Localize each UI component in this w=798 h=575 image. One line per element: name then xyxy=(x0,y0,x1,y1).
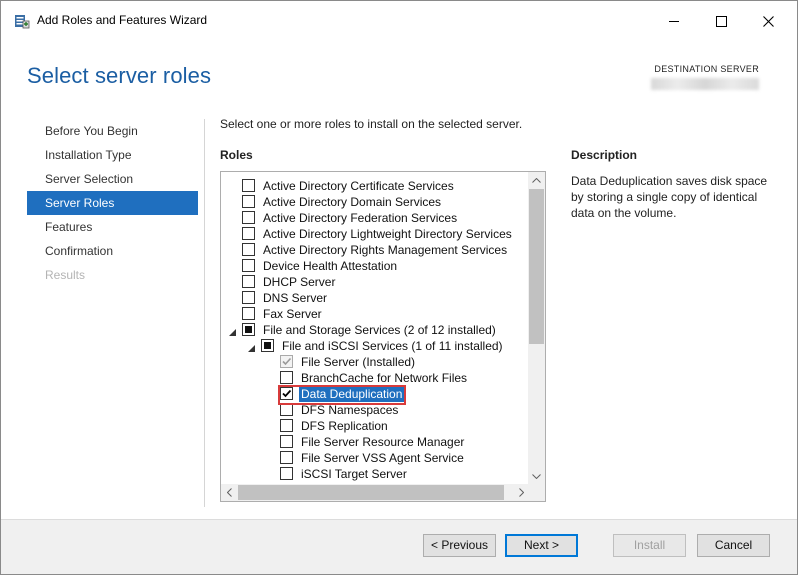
role-row[interactable]: Active Directory Domain Services xyxy=(221,194,545,210)
role-checkbox[interactable] xyxy=(280,371,293,384)
role-label: Device Health Attestation xyxy=(263,259,398,273)
role-checkbox[interactable] xyxy=(280,467,293,480)
scroll-down-icon[interactable] xyxy=(528,468,545,485)
expand-collapse-icon[interactable] xyxy=(247,341,256,352)
wizard-window: Add Roles and Features Wizard Select ser… xyxy=(0,0,798,575)
horizontal-scroll-thumb[interactable] xyxy=(238,485,504,500)
role-label: File and Storage Services (2 of 12 insta… xyxy=(263,323,496,337)
role-row[interactable]: File Server Resource Manager xyxy=(221,434,545,450)
role-label: File Server Resource Manager xyxy=(301,435,465,449)
role-label: iSCSI Target Server xyxy=(301,467,407,481)
nav-item-installation-type[interactable]: Installation Type xyxy=(27,143,198,167)
role-label: Active Directory Lightweight Directory S… xyxy=(263,227,512,241)
minimize-icon[interactable] xyxy=(651,1,697,41)
role-row[interactable]: File and Storage Services (2 of 12 insta… xyxy=(221,322,545,338)
scroll-left-icon[interactable] xyxy=(221,484,238,501)
page-title: Select server roles xyxy=(27,63,212,88)
install-button: Install xyxy=(613,534,686,557)
role-row[interactable]: DHCP Server xyxy=(221,274,545,290)
role-checkbox[interactable] xyxy=(261,339,274,352)
nav-divider xyxy=(204,119,205,507)
cancel-button[interactable]: Cancel xyxy=(697,534,770,557)
next-button[interactable]: Next > xyxy=(505,534,578,557)
roles-tree[interactable]: Active Directory Certificate Services Act… xyxy=(220,171,546,502)
title-bar[interactable]: Add Roles and Features Wizard xyxy=(1,1,797,41)
role-label: BranchCache for Network Files xyxy=(301,371,468,385)
role-row[interactable]: iSCSI Target Server xyxy=(221,466,545,482)
role-checkbox[interactable] xyxy=(242,275,255,288)
window-title: Add Roles and Features Wizard xyxy=(37,13,208,27)
description-text: Data Deduplication saves disk space by s… xyxy=(571,174,768,220)
role-checkbox[interactable] xyxy=(242,195,255,208)
role-label: Active Directory Federation Services xyxy=(263,211,458,225)
description-heading: Description xyxy=(571,148,638,162)
role-checkbox[interactable] xyxy=(242,307,255,320)
role-checkbox xyxy=(280,355,293,368)
scroll-up-icon[interactable] xyxy=(528,172,545,189)
nav-item-features[interactable]: Features xyxy=(27,215,198,239)
nav-item-results: Results xyxy=(45,268,86,282)
role-checkbox[interactable] xyxy=(242,291,255,304)
role-label: Active Directory Rights Management Servi… xyxy=(263,243,508,257)
destination-server-value-redacted xyxy=(651,78,759,90)
horizontal-scrollbar[interactable] xyxy=(221,484,530,501)
nav-item-server-selection[interactable]: Server Selection xyxy=(27,167,198,191)
role-checkbox[interactable] xyxy=(242,259,255,272)
role-row[interactable]: Fax Server xyxy=(221,306,545,322)
previous-button[interactable]: < Previous xyxy=(423,534,496,557)
scrollbar-corner xyxy=(528,484,545,501)
role-checkbox[interactable] xyxy=(242,243,255,256)
role-row[interactable]: Device Health Attestation xyxy=(221,258,545,274)
role-label: File Server VSS Agent Service xyxy=(301,451,464,465)
role-row[interactable]: DFS Replication xyxy=(221,418,545,434)
intro-text: Select one or more roles to install on t… xyxy=(220,117,523,131)
roles-heading: Roles xyxy=(220,148,253,162)
close-icon[interactable] xyxy=(745,1,791,41)
nav-item-confirmation[interactable]: Confirmation xyxy=(27,239,198,263)
highlight-box xyxy=(278,385,406,405)
role-row[interactable]: File Server VSS Agent Service xyxy=(221,450,545,466)
nav-item-before-you-begin[interactable]: Before You Begin xyxy=(27,119,198,143)
role-row[interactable]: Active Directory Federation Services xyxy=(221,210,545,226)
role-row[interactable]: Active Directory Certificate Services xyxy=(221,178,545,194)
role-checkbox[interactable] xyxy=(280,451,293,464)
server-manager-icon xyxy=(14,13,30,29)
role-label: DHCP Server xyxy=(263,275,336,289)
role-row[interactable]: BranchCache for Network Files xyxy=(221,370,545,386)
role-row[interactable]: File and iSCSI Services (1 of 11 install… xyxy=(221,338,545,354)
destination-server-label: DESTINATION SERVER xyxy=(654,64,759,74)
maximize-icon[interactable] xyxy=(698,1,744,41)
role-row[interactable]: Active Directory Rights Management Servi… xyxy=(221,242,545,258)
role-row[interactable]: DNS Server xyxy=(221,290,545,306)
role-checkbox[interactable] xyxy=(242,227,255,240)
role-label: DNS Server xyxy=(263,291,328,305)
footer-bar: < Previous Next > Install Cancel xyxy=(1,519,797,574)
role-checkbox[interactable] xyxy=(280,435,293,448)
role-checkbox[interactable] xyxy=(242,323,255,336)
role-label: Fax Server xyxy=(263,307,322,321)
role-label: Active Directory Certificate Services xyxy=(263,179,454,193)
role-label: Active Directory Domain Services xyxy=(263,195,442,209)
vertical-scrollbar[interactable] xyxy=(528,172,545,485)
vertical-scroll-thumb[interactable] xyxy=(529,189,544,344)
expand-collapse-icon[interactable] xyxy=(228,325,237,336)
role-label: File Server (Installed) xyxy=(301,355,416,369)
role-row[interactable]: Active Directory Lightweight Directory S… xyxy=(221,226,545,242)
role-row[interactable]: File Server (Installed) xyxy=(221,354,545,370)
role-checkbox[interactable] xyxy=(242,179,255,192)
nav-item-server-roles[interactable]: Server Roles xyxy=(27,191,198,215)
role-checkbox[interactable] xyxy=(280,419,293,432)
role-checkbox[interactable] xyxy=(242,211,255,224)
role-label: DFS Replication xyxy=(301,419,388,433)
wizard-steps-nav: Before You Begin Installation Type Serve… xyxy=(27,119,198,287)
role-label: File and iSCSI Services (1 of 11 install… xyxy=(282,339,503,353)
